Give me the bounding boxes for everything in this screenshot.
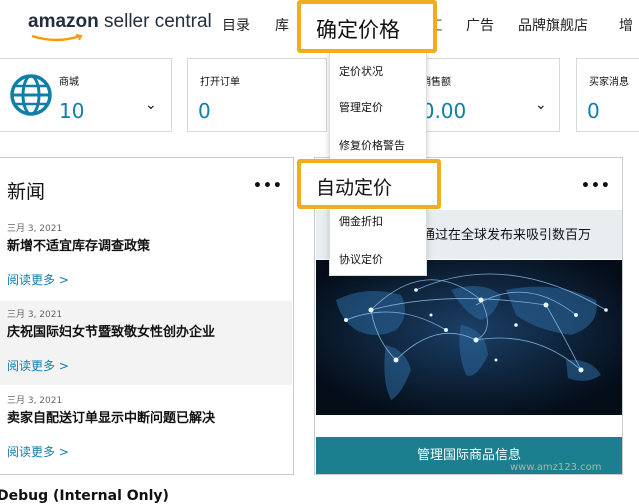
- card-value-buyer-messages: 0: [587, 99, 600, 123]
- chevron-down-icon[interactable]: ⌄: [535, 97, 547, 113]
- menu-item-agreement-pricing[interactable]: 协议定价: [339, 251, 383, 267]
- news-item: 三月 3, 2021 新增不适宜库存调查政策 阅读更多 >: [0, 215, 292, 299]
- menu-item-manage-pricing[interactable]: 管理定价: [339, 99, 383, 115]
- read-more-link[interactable]: 阅读更多 >: [7, 357, 69, 374]
- card-label-open-orders: 打开订单: [200, 77, 240, 88]
- amazon-smile-icon: [31, 34, 83, 42]
- pricing-menu-highlight[interactable]: 确定价格: [297, 0, 437, 53]
- news-date: 三月 3, 2021: [7, 310, 63, 320]
- amazon-seller-central-logo[interactable]: amazon seller central: [28, 11, 212, 42]
- news-title: 新闻: [7, 181, 46, 203]
- globe-icon: [10, 74, 52, 116]
- logo-brand: amazon: [28, 11, 99, 32]
- card-value-open-orders: 0: [198, 99, 211, 123]
- menu-item-fee-discounts[interactable]: 佣金折扣: [339, 213, 383, 229]
- news-headline[interactable]: 庆祝国际妇女节暨致敬女性创办企业: [7, 321, 215, 340]
- nav-catalog[interactable]: 目录: [222, 15, 250, 35]
- news-panel: 新闻 ••• 三月 3, 2021 新增不适宜库存调查政策 阅读更多 > 三月 …: [0, 157, 294, 475]
- news-headline[interactable]: 新增不适宜库存调查政策: [7, 235, 150, 254]
- menu-item-pricing-health[interactable]: 定价状况: [339, 63, 383, 79]
- read-more-link[interactable]: 阅读更多 >: [7, 443, 69, 460]
- nav-advertising[interactable]: 广告: [466, 15, 494, 35]
- automate-pricing-label: 自动定价: [316, 177, 393, 199]
- more-options-icon[interactable]: •••: [253, 178, 283, 194]
- card-open-orders[interactable]: 打开订单 0: [187, 58, 327, 132]
- news-headline[interactable]: 卖家自配送订单显示中断问题已解决: [7, 407, 215, 426]
- news-date: 三月 3, 2021: [7, 224, 63, 234]
- more-options-icon[interactable]: •••: [581, 178, 611, 194]
- card-label-buyer-messages: 买家消息: [589, 77, 629, 88]
- world-network-image: [316, 260, 622, 415]
- global-subtitle: 通过在全球发布来吸引数百万: [422, 228, 592, 243]
- menu-item-fix-price-alerts[interactable]: 修复价格警告: [339, 137, 405, 153]
- watermark: www.amz123.com: [510, 462, 602, 473]
- card-value-marketplace: 10: [59, 99, 85, 123]
- chevron-down-icon[interactable]: ⌄: [145, 97, 157, 113]
- automate-pricing-highlight[interactable]: 自动定价: [297, 159, 441, 209]
- logo-suffix: seller central: [98, 11, 212, 32]
- card-buyer-messages[interactable]: 买家消息 0: [576, 58, 639, 132]
- news-item: 三月 3, 2021 庆祝国际妇女节暨致敬女性创办企业 阅读更多 >: [0, 301, 292, 385]
- nav-growth[interactable]: 增: [619, 15, 633, 35]
- read-more-link[interactable]: 阅读更多 >: [7, 271, 69, 288]
- news-item: 三月 3, 2021 卖家自配送订单显示中断问题已解决 阅读更多 >: [0, 387, 292, 471]
- debug-section-title: Debug (Internal Only): [0, 488, 169, 504]
- card-label-marketplace: 商城: [59, 77, 79, 88]
- nav-brand-stores[interactable]: 品牌旗舰店: [518, 15, 588, 35]
- world-map-network-icon: [316, 260, 622, 415]
- news-date: 三月 3, 2021: [7, 396, 63, 406]
- card-marketplace[interactable]: 商城 10 ⌄: [0, 58, 172, 132]
- nav-inventory[interactable]: 库: [275, 15, 289, 35]
- pricing-menu-label: 确定价格: [316, 18, 400, 42]
